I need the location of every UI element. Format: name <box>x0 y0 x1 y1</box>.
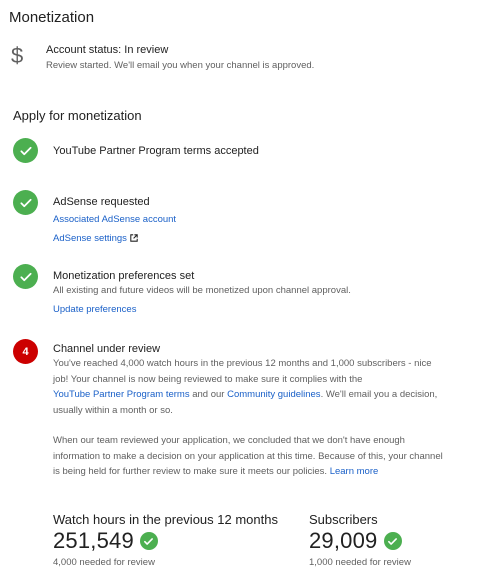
account-status-subtitle: Review started. We'll email you when you… <box>46 60 315 71</box>
check-circle-icon <box>139 532 158 550</box>
update-preferences-link[interactable]: Update preferences <box>53 302 136 318</box>
step-title: Channel under review <box>53 343 161 355</box>
step-title: Monetization preferences set <box>53 270 195 282</box>
dollar-icon: $ <box>11 43 24 68</box>
stat-label: Subscribers <box>309 512 378 527</box>
external-link-icon[interactable] <box>130 234 138 242</box>
step-title: AdSense requested <box>53 196 150 208</box>
step-number-badge: 4 <box>13 339 38 364</box>
check-circle-icon <box>383 532 402 550</box>
stat-value: 29,009 <box>309 528 378 553</box>
apply-section-title: Apply for monetization <box>13 108 142 123</box>
step-title: YouTube Partner Program terms accepted <box>53 145 259 157</box>
account-status: Account status: In review Review started… <box>46 44 314 71</box>
adsense-settings-link[interactable]: AdSense settings <box>53 231 127 247</box>
held-review-paragraph: When our team reviewed your application,… <box>53 433 445 480</box>
learn-more-link[interactable]: Learn more <box>330 464 379 480</box>
partner-program-terms-link[interactable]: YouTube Partner Program terms <box>53 387 190 403</box>
step-text: All existing and future videos will be m… <box>53 285 351 296</box>
community-guidelines-link[interactable]: Community guidelines <box>227 387 320 403</box>
review-paragraph: You've reached 4,000 watch hours in the … <box>53 358 438 416</box>
stat-value: 251,549 <box>53 528 134 553</box>
account-status-title: Account status: In review <box>46 44 169 56</box>
stat-requirement: 1,000 needed for review <box>309 557 411 568</box>
subscribers-stat: Subscribers 29,009 1,000 needed for revi… <box>309 512 411 568</box>
stat-label: Watch hours in the previous 12 months <box>53 512 278 527</box>
stat-requirement: 4,000 needed for review <box>53 557 155 568</box>
page-title: Monetization <box>9 9 95 26</box>
watch-hours-stat: Watch hours in the previous 12 months 25… <box>53 512 278 568</box>
check-circle-icon <box>13 190 38 215</box>
check-circle-icon <box>13 138 38 163</box>
check-circle-icon <box>13 264 38 289</box>
associated-adsense-link[interactable]: Associated AdSense account <box>53 212 176 228</box>
